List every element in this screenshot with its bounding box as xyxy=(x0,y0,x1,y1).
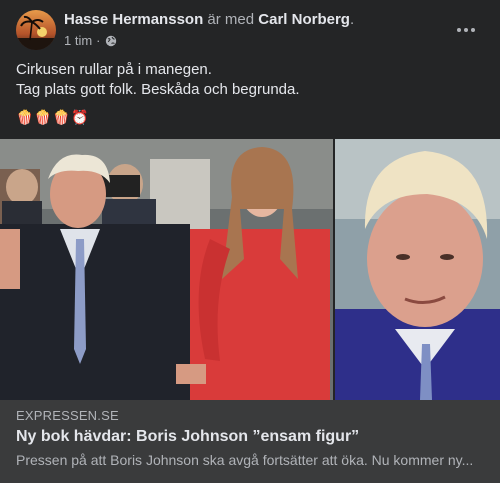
post-text: Cirkusen rullar på i manegen. Tag plats … xyxy=(16,60,300,100)
post-text-line-2: Tag plats gott folk. Beskåda och begrund… xyxy=(16,81,300,98)
globe-icon[interactable] xyxy=(105,35,117,47)
link-image-left[interactable] xyxy=(0,139,333,400)
avatar-image xyxy=(16,10,56,50)
with-label: är med xyxy=(207,11,255,28)
link-preview[interactable]: EXPRESSEN.SE Ny bok hävdar: Boris Johnso… xyxy=(0,400,500,483)
emoji-row: 🍿🍿🍿⏰ xyxy=(16,109,90,125)
link-title[interactable]: Ny bok hävdar: Boris Johnson ”ensam figu… xyxy=(16,428,359,446)
meta-separator: · xyxy=(96,33,101,48)
author-line: Hasse Hermansson är med Carl Norberg. xyxy=(64,11,354,29)
link-image-right[interactable] xyxy=(335,139,500,400)
author-name[interactable]: Hasse Hermansson xyxy=(64,11,203,28)
author-line-period: . xyxy=(349,11,355,28)
link-domain: EXPRESSEN.SE xyxy=(16,408,119,423)
post-timestamp[interactable]: 1 tim xyxy=(64,33,92,48)
post-meta: 1 tim · xyxy=(64,33,117,48)
link-description: Pressen på att Boris Johnson ska avgå fo… xyxy=(16,452,474,468)
post-text-line-1: Cirkusen rullar på i manegen. xyxy=(16,61,212,78)
more-options-icon[interactable] xyxy=(452,16,480,44)
profile-avatar[interactable] xyxy=(16,10,56,50)
tagged-person[interactable]: Carl Norberg xyxy=(258,11,350,28)
post-card: Hasse Hermansson är med Carl Norberg. 1 … xyxy=(0,0,500,483)
